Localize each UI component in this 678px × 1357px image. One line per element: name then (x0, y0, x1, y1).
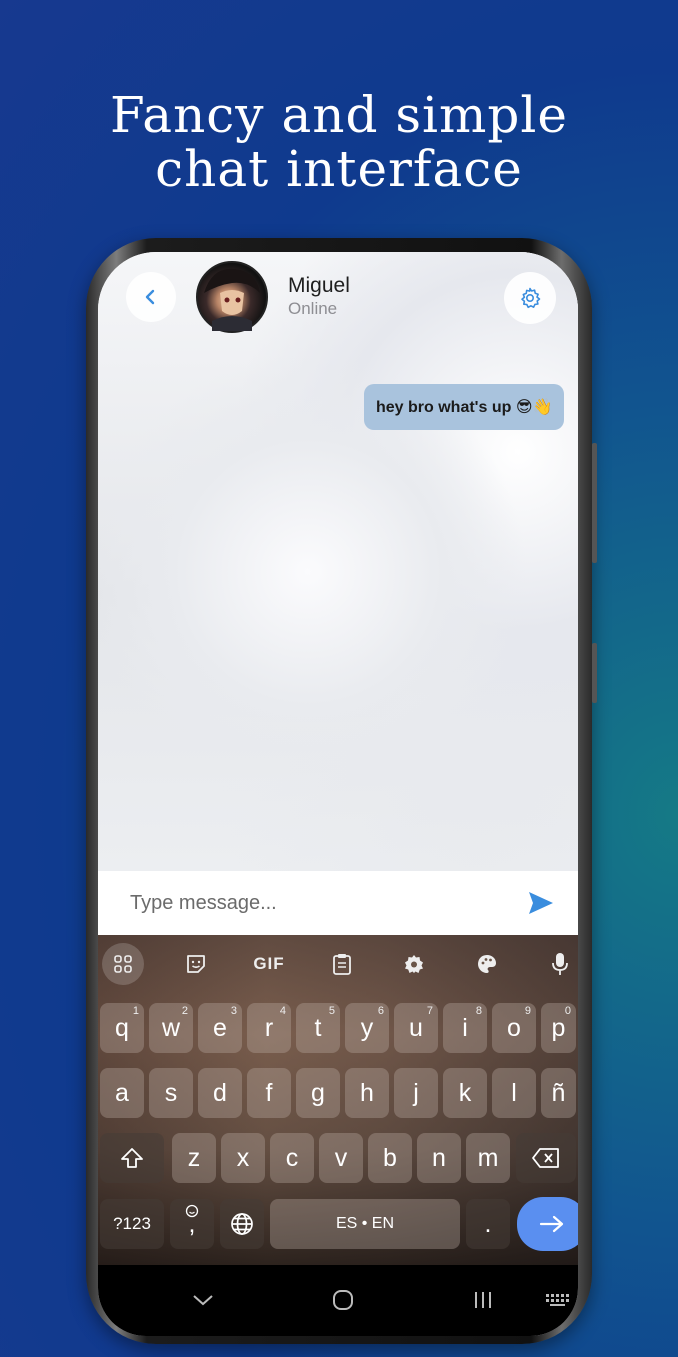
sticker-icon (187, 955, 205, 973)
apps-grid-icon (114, 955, 132, 973)
apps-grid-button[interactable] (102, 943, 144, 985)
key-y[interactable]: y6 (345, 1003, 389, 1053)
keyboard-icon (546, 1294, 569, 1306)
system-nav-bar (98, 1265, 578, 1336)
key-j[interactable]: j (394, 1068, 438, 1118)
globe-icon (231, 1213, 253, 1235)
soft-keyboard: GIF q 1 w 2 e 3 r 4 t 5 y 6 u 7 i 8 o 9 … (98, 935, 578, 1265)
space-key[interactable]: ES • EN (270, 1199, 460, 1249)
key-b[interactable]: b (368, 1133, 412, 1183)
chat-background (98, 252, 578, 872)
gear-icon (521, 287, 541, 309)
phone-screen: Miguel Online hey bro what's up 😎👋 Type … (98, 252, 578, 1336)
contact-name: Miguel (288, 274, 350, 297)
promo-headline-line1: Fancy and simple (109, 86, 569, 144)
home-icon (333, 1290, 353, 1310)
key-k[interactable]: k (443, 1068, 487, 1118)
comma-emoji-key[interactable]: , (170, 1199, 214, 1249)
nav-keyboard-switch-button[interactable] (542, 1285, 574, 1315)
key-r[interactable]: r4 (247, 1003, 291, 1053)
backspace-icon (532, 1148, 559, 1168)
key-o[interactable]: o9 (492, 1003, 536, 1053)
shift-key[interactable] (100, 1133, 164, 1183)
key-n-tilde[interactable]: ñ (541, 1068, 576, 1118)
phone-volume-button (592, 443, 597, 563)
nav-home-button[interactable] (328, 1285, 358, 1315)
mic-icon (552, 953, 568, 975)
message-composer (98, 871, 578, 935)
enter-key[interactable] (517, 1197, 578, 1251)
palette-icon (478, 955, 496, 973)
keyboard-settings-button[interactable] (393, 943, 435, 985)
message-input[interactable] (130, 889, 510, 917)
gif-button[interactable]: GIF (248, 943, 290, 985)
shift-icon (121, 1148, 143, 1168)
backspace-key[interactable] (516, 1133, 576, 1183)
key-d[interactable]: d (198, 1068, 242, 1118)
key-a[interactable]: a (100, 1068, 144, 1118)
key-l[interactable]: l (492, 1068, 536, 1118)
key-n[interactable]: n (417, 1133, 461, 1183)
key-t[interactable]: t5 (296, 1003, 340, 1053)
phone-frame: Miguel Online hey bro what's up 😎👋 Type … (86, 238, 597, 1344)
emoji-icon (185, 1204, 199, 1218)
sticker-button[interactable] (175, 943, 217, 985)
key-w[interactable]: w2 (149, 1003, 193, 1053)
back-button[interactable] (126, 272, 176, 322)
symbols-key[interactable]: ?123 (100, 1199, 164, 1249)
promo-headline: Fancy and simple chat interface (0, 88, 678, 196)
contact-status: Online (288, 299, 338, 318)
avatar-portrait (204, 268, 260, 331)
recents-icon (475, 1292, 491, 1308)
theme-button[interactable] (466, 943, 508, 985)
send-button[interactable] (526, 889, 556, 917)
key-f[interactable]: f (247, 1068, 291, 1118)
key-h[interactable]: h (345, 1068, 389, 1118)
nav-hide-keyboard-button[interactable] (188, 1285, 218, 1315)
chevron-down-icon (193, 1295, 213, 1306)
phone-power-button (592, 643, 597, 703)
arrow-right-icon (539, 1215, 564, 1233)
send-icon (529, 892, 553, 914)
key-x[interactable]: x (221, 1133, 265, 1183)
key-c[interactable]: c (270, 1133, 314, 1183)
key-m[interactable]: m (466, 1133, 510, 1183)
chevron-left-icon (145, 289, 155, 305)
message-text: hey bro what's up 😎👋 (376, 399, 553, 416)
voice-input-button[interactable] (539, 943, 578, 985)
outgoing-message-bubble[interactable]: hey bro what's up 😎👋 (364, 384, 565, 430)
key-p[interactable]: p0 (541, 1003, 576, 1053)
key-s[interactable]: s (149, 1068, 193, 1118)
settings-button[interactable] (504, 272, 556, 324)
gear-icon (405, 955, 423, 973)
clipboard-button[interactable] (321, 943, 363, 985)
keyboard-toolbar: GIF (98, 935, 578, 993)
period-key[interactable]: . (466, 1199, 510, 1249)
key-q[interactable]: q1 (100, 1003, 144, 1053)
clipboard-icon (333, 954, 351, 975)
language-key[interactable] (220, 1199, 264, 1249)
key-u[interactable]: u7 (394, 1003, 438, 1053)
contact-avatar[interactable] (196, 261, 268, 333)
key-g[interactable]: g (296, 1068, 340, 1118)
key-v[interactable]: v (319, 1133, 363, 1183)
key-e[interactable]: e3 (198, 1003, 242, 1053)
promo-headline-line2: chat interface (155, 140, 523, 198)
nav-recents-button[interactable] (468, 1285, 498, 1315)
key-i[interactable]: i8 (443, 1003, 487, 1053)
key-z[interactable]: z (172, 1133, 216, 1183)
